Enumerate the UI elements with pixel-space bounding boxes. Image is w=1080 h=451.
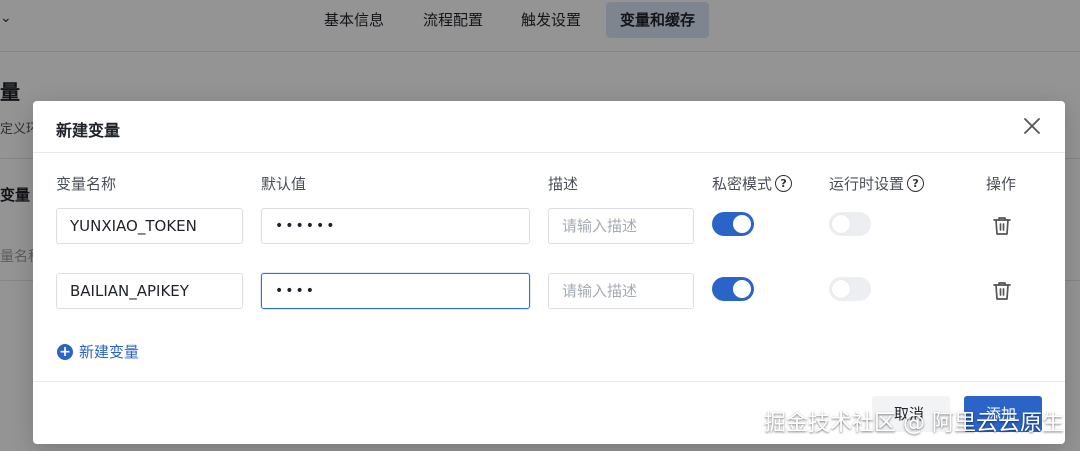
close-icon [1024, 118, 1040, 134]
plus-circle-icon: + [57, 343, 73, 360]
dialog-footer: 取消 添加 [33, 381, 1065, 444]
secret-mode-toggle[interactable] [712, 277, 754, 301]
dialog-title: 新建变量 [56, 121, 121, 140]
delete-button[interactable] [991, 215, 1013, 237]
secret-mode-toggle[interactable] [712, 212, 754, 236]
trash-icon [993, 282, 1011, 300]
column-header-runtime-label: 运行时设置 [829, 175, 905, 193]
column-header-runtime: 运行时设置 ? [829, 173, 925, 194]
toggle-knob [733, 215, 751, 233]
toggle-knob [832, 280, 850, 298]
toggle-knob [733, 280, 751, 298]
trash-icon [993, 217, 1011, 235]
default-value-input[interactable]: •••• [261, 273, 530, 309]
variable-name-input[interactable]: YUNXIAO_TOKEN [56, 208, 243, 244]
description-input[interactable]: 请输入描述 [548, 208, 694, 244]
column-header-secret: 私密模式 ? [712, 173, 793, 194]
close-button[interactable] [1021, 115, 1043, 137]
help-icon[interactable]: ? [775, 175, 793, 192]
column-header-name: 变量名称 [56, 175, 117, 193]
column-header-desc: 描述 [548, 175, 579, 193]
new-variable-dialog: 新建变量 变量名称 默认值 描述 私密模式 ? 运行时设置 ? 操作 YUNXI… [33, 101, 1065, 444]
default-value-input[interactable]: •••••• [261, 208, 530, 244]
column-header-default: 默认值 [261, 175, 307, 193]
runtime-setting-toggle[interactable] [829, 277, 871, 301]
add-variable-button[interactable]: + 新建变量 [57, 341, 139, 362]
variable-row: BAILIAN_APIKEY •••• 请输入描述 [33, 273, 1065, 309]
add-variable-label: 新建变量 [79, 343, 140, 361]
dialog-header: 新建变量 [33, 101, 1065, 153]
column-header-actions: 操作 [986, 175, 1017, 193]
delete-button[interactable] [991, 280, 1013, 302]
add-button[interactable]: 添加 [964, 396, 1042, 432]
variable-name-input[interactable]: BAILIAN_APIKEY [56, 273, 243, 309]
toggle-knob [832, 215, 850, 233]
description-input[interactable]: 请输入描述 [548, 273, 694, 309]
variable-row: YUNXIAO_TOKEN •••••• 请输入描述 [33, 208, 1065, 244]
help-icon[interactable]: ? [907, 175, 925, 192]
runtime-setting-toggle[interactable] [829, 212, 871, 236]
cancel-button[interactable]: 取消 [872, 396, 950, 432]
column-header-secret-label: 私密模式 [712, 175, 773, 193]
